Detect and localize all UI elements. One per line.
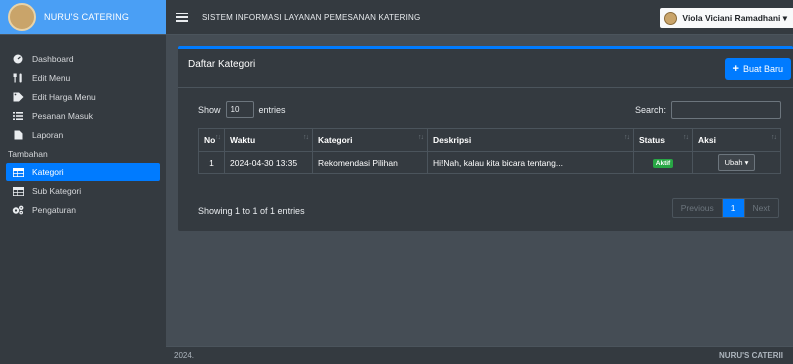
column-header-deskripsi[interactable]: Deskripsi ↑↓ xyxy=(427,128,634,152)
pagination: Previous 1 Next xyxy=(671,198,779,218)
menu-toggle-icon[interactable] xyxy=(176,12,188,22)
sidebar-item-dashboard[interactable]: Dashboard xyxy=(0,50,166,68)
sort-icon: ↑↓ xyxy=(418,134,424,141)
tag-icon xyxy=(12,92,24,102)
utensils-icon xyxy=(12,73,24,83)
sidebar: NURU'S CATERING Dashboard Edit Menu Edit… xyxy=(0,0,166,364)
search-input[interactable] xyxy=(671,101,781,119)
sidebar-item-label: Edit Menu xyxy=(32,73,71,83)
sort-icon: ↑↓ xyxy=(771,134,777,141)
column-header-status[interactable]: Status ↑↓ xyxy=(633,128,693,152)
list-icon xyxy=(12,111,24,121)
sidebar-section-header: Tambahan xyxy=(8,149,48,159)
sort-icon: ↑↓ xyxy=(215,134,221,141)
sidebar-item-edit-menu[interactable]: Edit Menu xyxy=(0,69,166,87)
pagination-previous[interactable]: Previous xyxy=(673,199,723,217)
entries-length-control: Show 10 entries xyxy=(198,101,286,118)
column-header-kategori[interactable]: Kategori ↑↓ xyxy=(312,128,428,152)
table-info: Showing 1 to 1 of 1 entries xyxy=(198,206,305,216)
column-header-no[interactable]: No ↑↓ xyxy=(198,128,225,152)
edit-dropdown-button[interactable]: Ubah ▾ xyxy=(717,154,756,171)
create-new-button[interactable]: + Buat Baru xyxy=(724,58,791,80)
status-badge: Aktif xyxy=(652,159,674,168)
sidebar-item-label: Edit Harga Menu xyxy=(32,92,96,102)
card-divider xyxy=(178,87,793,88)
entries-label: entries xyxy=(258,104,286,115)
category-card: Daftar Kategori + Buat Baru Show 10 entr… xyxy=(178,46,793,231)
search-label: Search: xyxy=(634,105,666,115)
cell-kategori: Rekomendasi Pilihan xyxy=(312,151,428,174)
entries-value: 10 xyxy=(230,105,240,114)
sidebar-item-kategori[interactable]: Kategori xyxy=(6,163,160,181)
sidebar-nav: Dashboard Edit Menu Edit Harga Menu Pesa… xyxy=(0,35,166,219)
sidebar-item-label: Pesanan Masuk xyxy=(32,111,93,121)
main-content: Daftar Kategori + Buat Baru Show 10 entr… xyxy=(166,36,793,346)
table-search: Search: xyxy=(635,101,781,119)
column-header-waktu[interactable]: Waktu ↑↓ xyxy=(224,128,313,152)
file-icon xyxy=(12,130,24,140)
gears-icon xyxy=(12,205,24,215)
show-label: Show xyxy=(198,104,221,115)
table-row: 1 2024-04-30 13:35 Rekomendasi Pilihan H… xyxy=(198,151,781,174)
cell-status: Aktif xyxy=(633,151,693,174)
sidebar-item-laporan[interactable]: Laporan xyxy=(0,126,166,144)
dashboard-icon xyxy=(12,54,24,64)
cell-waktu: 2024-04-30 13:35 xyxy=(224,151,313,174)
sidebar-item-label: Laporan xyxy=(32,130,64,140)
card-title: Daftar Kategori xyxy=(188,59,256,70)
footer-brand: NURU'S CATERII xyxy=(719,351,783,360)
sidebar-item-sub-kategori[interactable]: Sub Kategori xyxy=(0,182,166,200)
cell-deskripsi: Hi!Nah, kalau kita bicara tentang... xyxy=(427,151,634,174)
cell-no: 1 xyxy=(198,151,225,174)
sort-icon: ↑↓ xyxy=(624,134,630,141)
pagination-next[interactable]: Next xyxy=(745,199,778,217)
table-icon xyxy=(12,167,24,177)
cell-aksi: Ubah ▾ xyxy=(692,151,781,174)
brand-logo xyxy=(8,3,36,31)
plus-icon: + xyxy=(732,63,739,75)
brand-name: NURU'S CATERING xyxy=(44,12,130,22)
entries-select[interactable]: 10 xyxy=(225,101,254,118)
category-table: No ↑↓ Waktu ↑↓ Kategori ↑↓ Deskripsi ↑↓ Stat… xyxy=(198,128,781,174)
sidebar-item-label: Sub Kategori xyxy=(32,186,82,196)
table-header-row: No ↑↓ Waktu ↑↓ Kategori ↑↓ Deskripsi ↑↓ Stat… xyxy=(198,128,781,152)
table-icon xyxy=(12,186,24,196)
user-menu[interactable]: Viola Viciani Ramadhani ▾ xyxy=(660,8,793,28)
sidebar-item-pesanan-masuk[interactable]: Pesanan Masuk xyxy=(0,107,166,125)
user-avatar xyxy=(664,11,678,25)
pagination-page-1[interactable]: 1 xyxy=(722,199,745,217)
app-title: SISTEM INFORMASI LAYANAN PEMESANAN KATER… xyxy=(202,12,421,22)
column-header-aksi[interactable]: Aksi ↑↓ xyxy=(692,128,781,152)
sidebar-item-label: Dashboard xyxy=(32,54,74,64)
footer-year: 2024. xyxy=(174,351,195,360)
sidebar-item-label: Kategori xyxy=(32,167,64,177)
sort-icon: ↑↓ xyxy=(303,134,309,141)
sidebar-item-label: Pengaturan xyxy=(32,205,76,215)
sidebar-item-pengaturan[interactable]: Pengaturan xyxy=(0,201,166,219)
sort-icon: ↑↓ xyxy=(683,134,689,141)
sidebar-item-edit-harga-menu[interactable]: Edit Harga Menu xyxy=(0,88,166,106)
top-navbar: SISTEM INFORMASI LAYANAN PEMESANAN KATER… xyxy=(166,0,793,35)
footer: 2024. NURU'S CATERII xyxy=(166,346,793,364)
user-name: Viola Viciani Ramadhani ▾ xyxy=(682,12,787,23)
create-new-label: Buat Baru xyxy=(742,64,783,74)
brand-link[interactable]: NURU'S CATERING xyxy=(0,0,166,35)
